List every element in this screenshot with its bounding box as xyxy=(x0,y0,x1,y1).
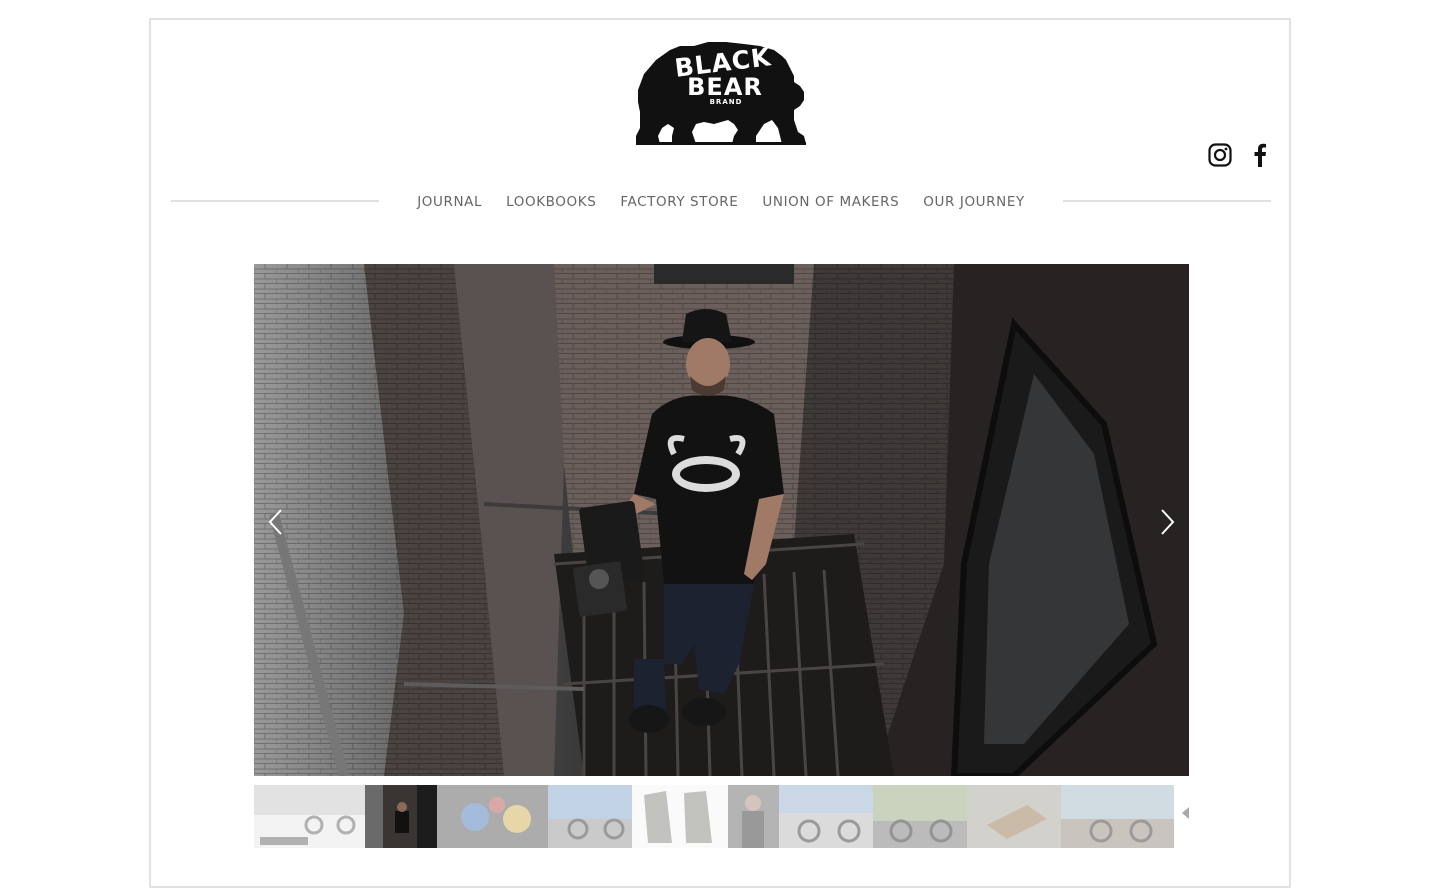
thumbnail-10[interactable] xyxy=(1061,785,1174,848)
thumbnail-9[interactable] xyxy=(967,785,1061,848)
facebook-icon[interactable] xyxy=(1247,142,1273,168)
thumbnail-1[interactable] xyxy=(254,785,365,848)
nav-our-journey[interactable]: OUR JOURNEY xyxy=(923,194,1025,210)
thumbnail-6[interactable] xyxy=(728,785,779,848)
slideshow-main-image[interactable] xyxy=(254,264,1189,776)
brand-logo[interactable]: BLACK BEAR BRAND xyxy=(634,40,808,146)
thumbnail-5[interactable] xyxy=(632,785,728,848)
social-links xyxy=(1207,142,1273,168)
chevron-left-icon xyxy=(268,509,282,535)
main-nav: JOURNAL LOOKBOOKS FACTORY STORE UNION OF… xyxy=(390,194,1052,210)
slideshow-prev-button[interactable] xyxy=(265,508,287,536)
triangle-left-icon xyxy=(1182,807,1189,819)
logo-wordmark: BLACK BEAR BRAND xyxy=(662,42,778,106)
thumbnail-2[interactable] xyxy=(365,785,437,848)
thumbnail-8[interactable] xyxy=(873,785,967,848)
nav-divider-left xyxy=(171,200,379,202)
thumbnail-scroll-left-button[interactable] xyxy=(1180,806,1190,820)
thumbnail-strip xyxy=(254,785,1174,848)
nav-journal[interactable]: JOURNAL xyxy=(417,194,482,210)
nav-divider-right xyxy=(1063,200,1271,202)
thumbnail-4[interactable] xyxy=(548,785,632,848)
thumbnail-3[interactable] xyxy=(437,785,548,848)
instagram-icon[interactable] xyxy=(1207,142,1233,168)
thumbnail-7[interactable] xyxy=(779,785,873,848)
nav-union-of-makers[interactable]: UNION OF MAKERS xyxy=(762,194,899,210)
nav-factory-store[interactable]: FACTORY STORE xyxy=(620,194,738,210)
chevron-right-icon xyxy=(1161,509,1175,535)
nav-lookbooks[interactable]: LOOKBOOKS xyxy=(506,194,596,210)
slideshow-next-button[interactable] xyxy=(1156,508,1178,536)
